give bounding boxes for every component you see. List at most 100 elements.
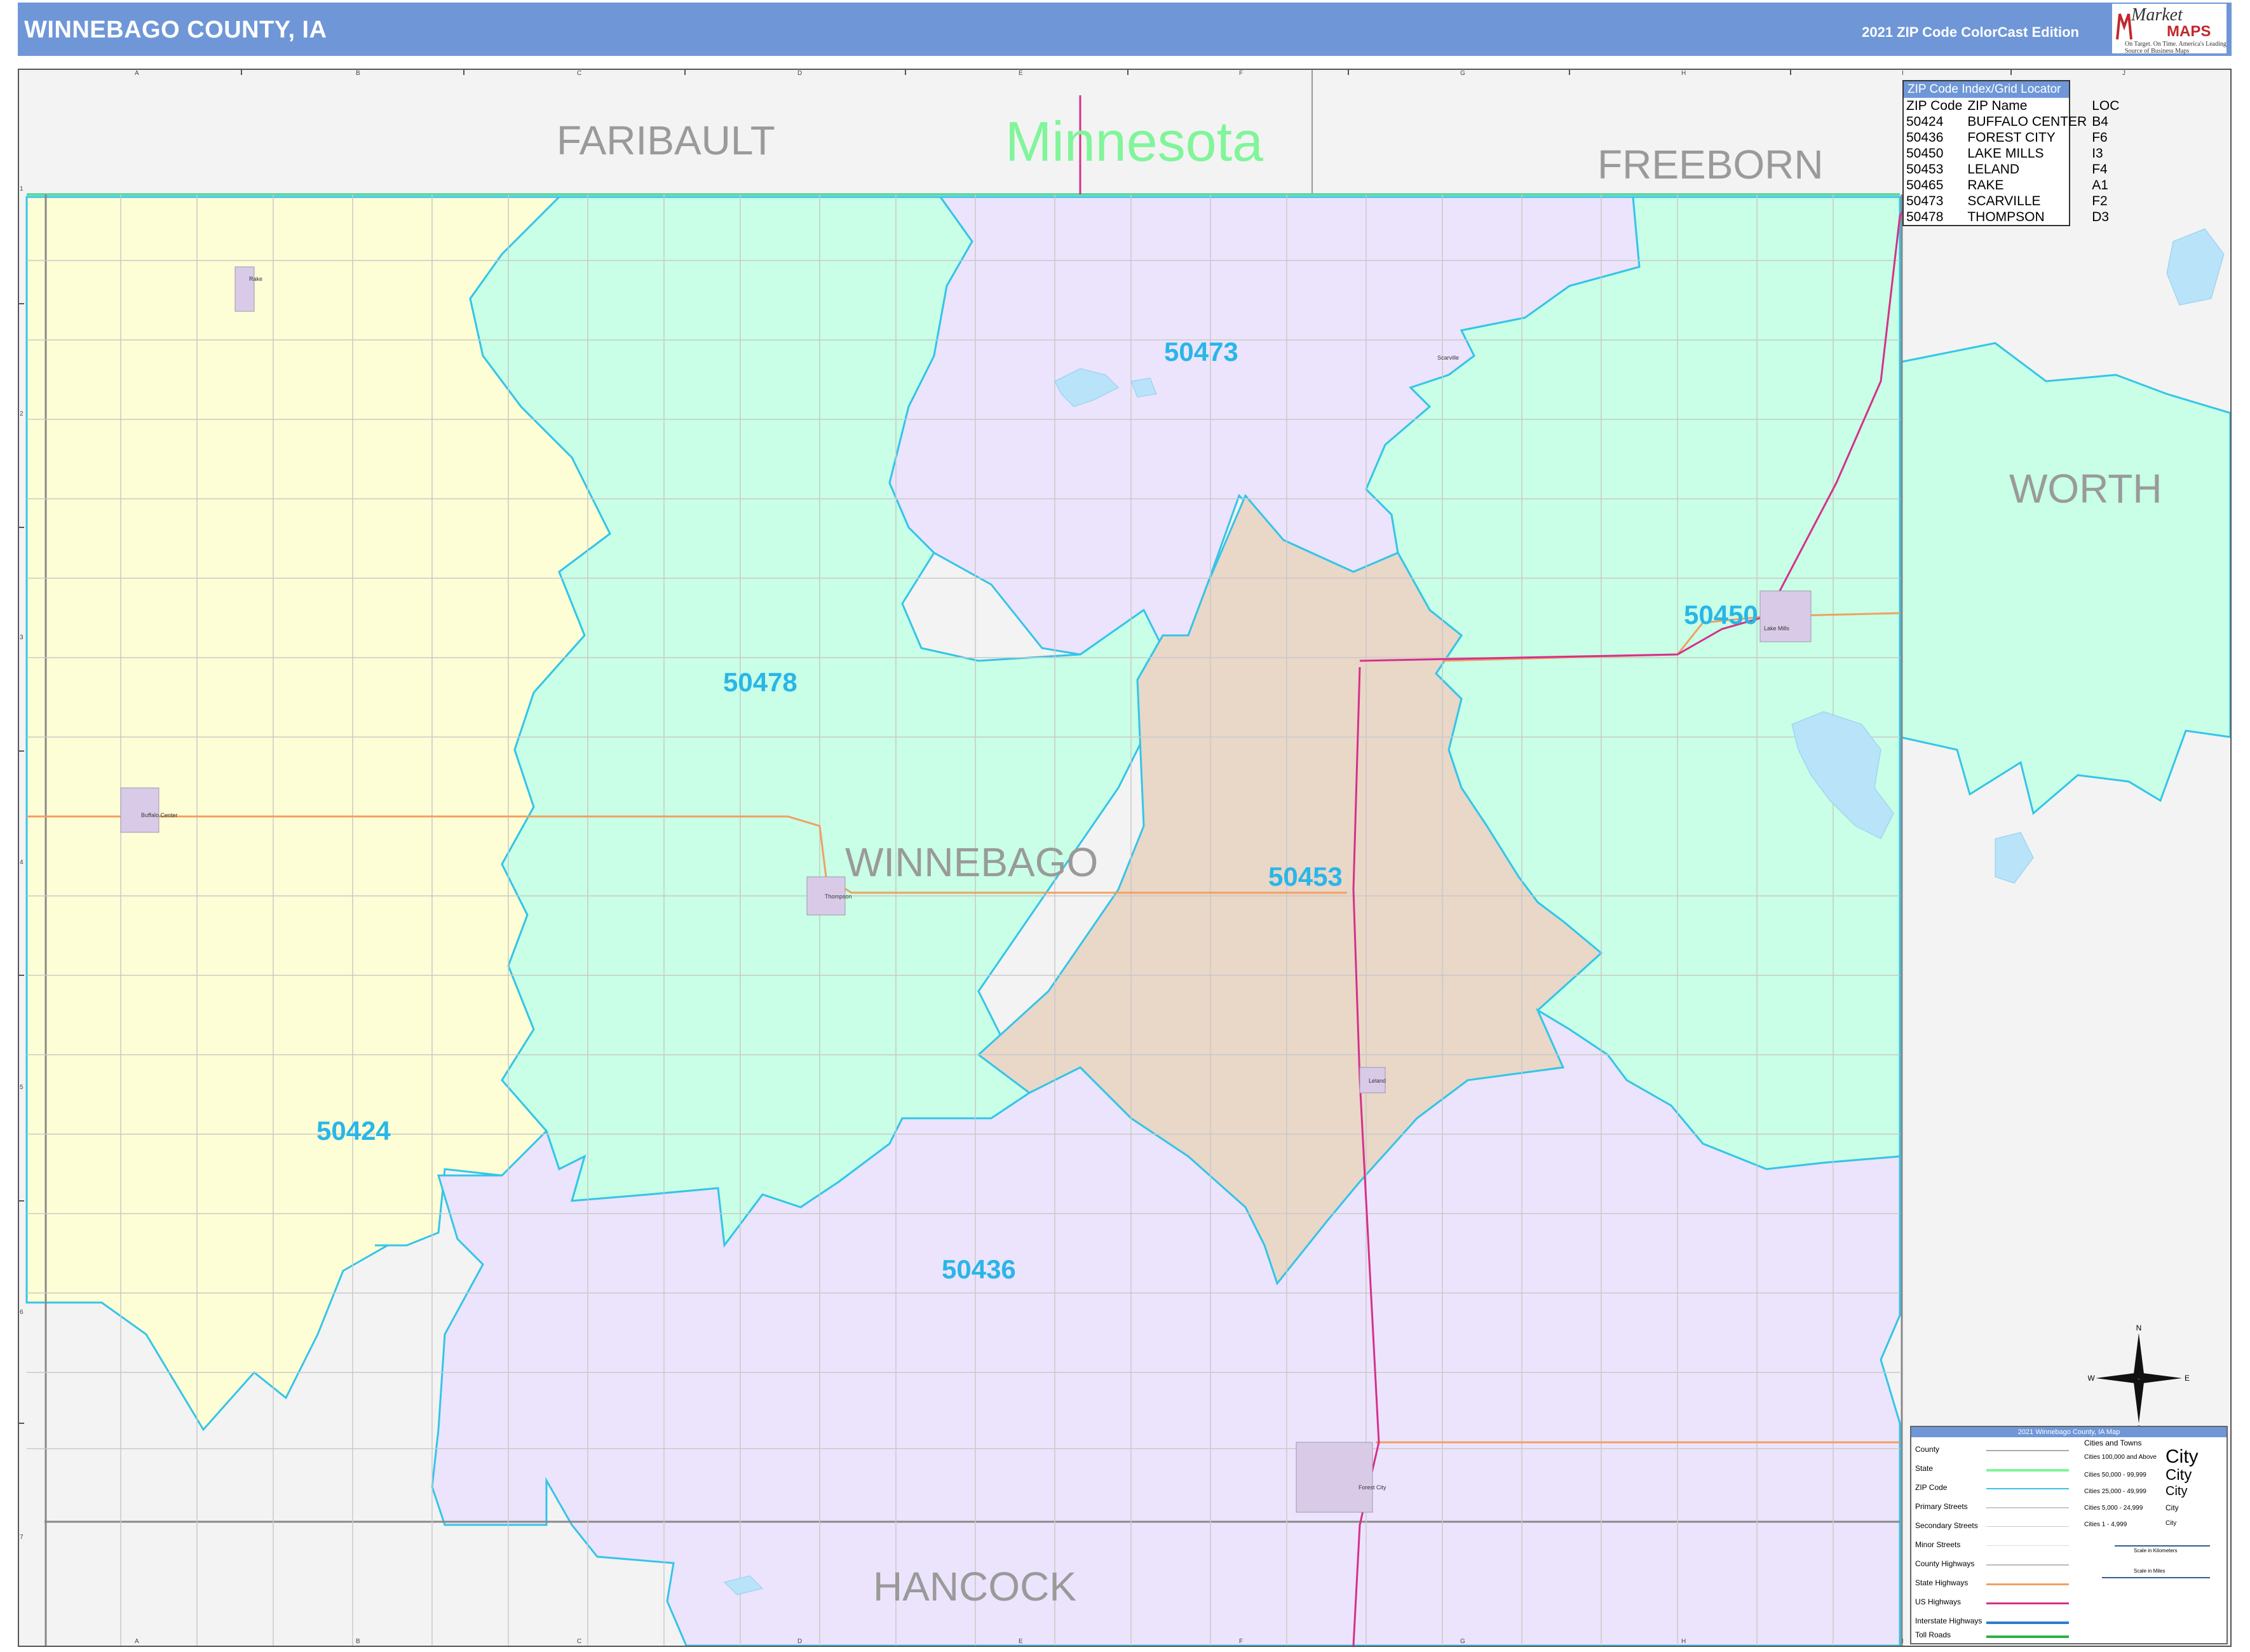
loc-cell: A1 — [2092, 178, 2108, 193]
grid-col-e-bottom: E — [1019, 1638, 1023, 1645]
grid-row-6: 6 — [20, 1309, 24, 1316]
legend-line-state — [1986, 1469, 2069, 1472]
table-row: 50478 THOMPSON D3 — [1904, 209, 2122, 225]
table-row: 50424 BUFFALO CENTER B4 — [1904, 114, 2122, 130]
legend-city-sample-1: City — [2165, 1446, 2199, 1467]
zip-label-50478: 50478 — [723, 667, 797, 697]
zip-name-cell: BUFFALO CENTER — [1967, 114, 2087, 129]
column-header: ZIP Name — [1967, 98, 2028, 113]
grid-row-7: 7 — [20, 1534, 24, 1541]
zip-name-cell: LAKE MILLS — [1967, 146, 2044, 161]
legend-city-sample-2: City — [2165, 1466, 2192, 1484]
town-label-buffalo-center: Buffalo Center — [141, 812, 178, 818]
legend-line-secondary — [1986, 1526, 2069, 1527]
zip-name-cell: RAKE — [1967, 178, 2004, 193]
grid-col-g-bottom: G — [1460, 1638, 1465, 1645]
legend-city-class-5: Cities 1 - 4,999 — [2084, 1521, 2127, 1528]
legend-cities-title: Cities and Towns — [2084, 1439, 2142, 1447]
grid-col-c: C — [577, 70, 582, 77]
grid-col-d: D — [797, 70, 803, 77]
legend-item-county-hwy: County Highways — [1915, 1559, 1975, 1568]
zip-code-cell: 50465 — [1906, 178, 1944, 193]
grid-col-e: E — [1019, 70, 1023, 77]
grid-col-b: B — [356, 70, 360, 77]
county-label-hancock: HANCOCK — [873, 1564, 1077, 1609]
compass-rose-icon: N E S W — [2088, 1324, 2190, 1432]
town-label-scarville: Scarville — [1437, 355, 1460, 361]
legend-item-county: County — [1915, 1445, 1940, 1454]
zip-code-cell: 50473 — [1906, 194, 1944, 208]
table-row: 50453 LELAND F4 — [1904, 161, 2122, 177]
county-map[interactable] — [0, 0, 2250, 1652]
legend-item-state: State — [1915, 1464, 1934, 1473]
scale-bar-mi — [2102, 1577, 2210, 1578]
county-label-freeborn: FREEBORN — [1597, 142, 1824, 187]
legend-item-primary: Primary Streets — [1915, 1502, 1968, 1511]
legend-line-state-hwy — [1986, 1583, 2069, 1585]
zip-label-50436: 50436 — [942, 1254, 1016, 1284]
town-label-leland: Leland — [1369, 1078, 1386, 1084]
zip-code-cell: 50424 — [1906, 114, 1944, 129]
zip-index-table: ZIP Code ZIP Name LOC 50424 BUFFALO CENTE… — [1904, 98, 2122, 225]
county-label-faribault: FARIBAULT — [557, 118, 775, 163]
legend-item-interstate: Interstate Highways — [1915, 1616, 1982, 1625]
zip-code-cell: 50478 — [1906, 210, 1944, 224]
grid-col-f-bottom: F — [1239, 1638, 1244, 1645]
grid-col-d-bottom: D — [797, 1638, 803, 1645]
zip-name-cell: FOREST CITY — [1967, 130, 2056, 145]
grid-row-2: 2 — [20, 410, 24, 417]
legend-item-toll: Toll Roads — [1915, 1630, 1951, 1639]
grid-col-b-bottom: B — [356, 1638, 360, 1645]
legend-line-minor — [1986, 1545, 2069, 1546]
zip-index-panel: ZIP Code Index/Grid Locator ZIP Code ZIP… — [1902, 80, 2119, 226]
zip-index-title: ZIP Code Index/Grid Locator — [1904, 81, 2069, 98]
grid-row-4: 4 — [20, 859, 24, 866]
grid-col-c-bottom: C — [577, 1638, 582, 1645]
table-header-row: ZIP Code ZIP Name LOC — [1904, 98, 2122, 114]
town-label-forest-city: Forest City — [1359, 1484, 1386, 1491]
zip-label-50473: 50473 — [1164, 337, 1238, 367]
grid-row-3: 3 — [20, 634, 24, 641]
legend-city-sample-3: City — [2165, 1484, 2188, 1498]
scale-mi-label: Scale in Miles — [2134, 1568, 2165, 1574]
compass-n: N — [2136, 1324, 2142, 1332]
grid-col-f: F — [1239, 70, 1244, 77]
town-label-rake: Rake — [249, 276, 263, 282]
county-label-winnebago: WINNEBAGO — [845, 839, 1099, 885]
county-label-worth: WORTH — [2009, 466, 2162, 511]
legend-item-state-hwy: State Highways — [1915, 1578, 1969, 1587]
legend-city-class-2: Cities 50,000 - 99,999 — [2084, 1472, 2146, 1479]
zip-label-50424: 50424 — [316, 1116, 391, 1146]
zip-area-50450-worth — [1899, 342, 2230, 815]
town-label-lake-mills: Lake Mills — [1764, 625, 1790, 632]
zip-name-cell: LELAND — [1967, 162, 2020, 177]
table-row: 50450 LAKE MILLS I3 — [1904, 146, 2122, 161]
zip-code-cell: 50436 — [1906, 130, 1944, 145]
legend-line-toll — [1986, 1635, 2069, 1638]
table-row: 50473 SCARVILLE F2 — [1904, 193, 2122, 209]
grid-col-j: J — [2122, 70, 2125, 77]
grid-col-a-bottom: A — [135, 1638, 139, 1645]
loc-cell: I3 — [2092, 146, 2103, 161]
legend-line-primary — [1986, 1507, 2069, 1508]
legend-line-zip — [1986, 1488, 2069, 1489]
legend-item-us-hwy: US Highways — [1915, 1597, 1962, 1606]
compass-e: E — [2185, 1374, 2190, 1383]
zip-name-cell: THOMPSON — [1967, 210, 2045, 224]
scale-bar-km — [2115, 1545, 2210, 1547]
loc-cell: D3 — [2092, 210, 2110, 224]
grid-col-a: A — [135, 70, 139, 77]
table-row: 50465 RAKE A1 — [1904, 177, 2122, 193]
column-header: LOC — [2092, 98, 2120, 113]
zip-name-cell: SCARVILLE — [1967, 194, 2041, 208]
legend-city-class-3: Cities 25,000 - 49,999 — [2084, 1488, 2146, 1495]
grid-row-5: 5 — [20, 1084, 24, 1091]
zip-code-cell: 50450 — [1906, 146, 1944, 161]
loc-cell: F2 — [2092, 194, 2108, 208]
legend-line-interstate — [1986, 1622, 2069, 1624]
legend-city-sample-5: City — [2165, 1520, 2177, 1527]
town-label-thompson: Thompson — [825, 893, 852, 900]
legend-item-zip: ZIP Code — [1915, 1483, 1948, 1492]
legend-line-us-hwy — [1986, 1602, 2069, 1604]
column-header: ZIP Code — [1906, 98, 1963, 113]
